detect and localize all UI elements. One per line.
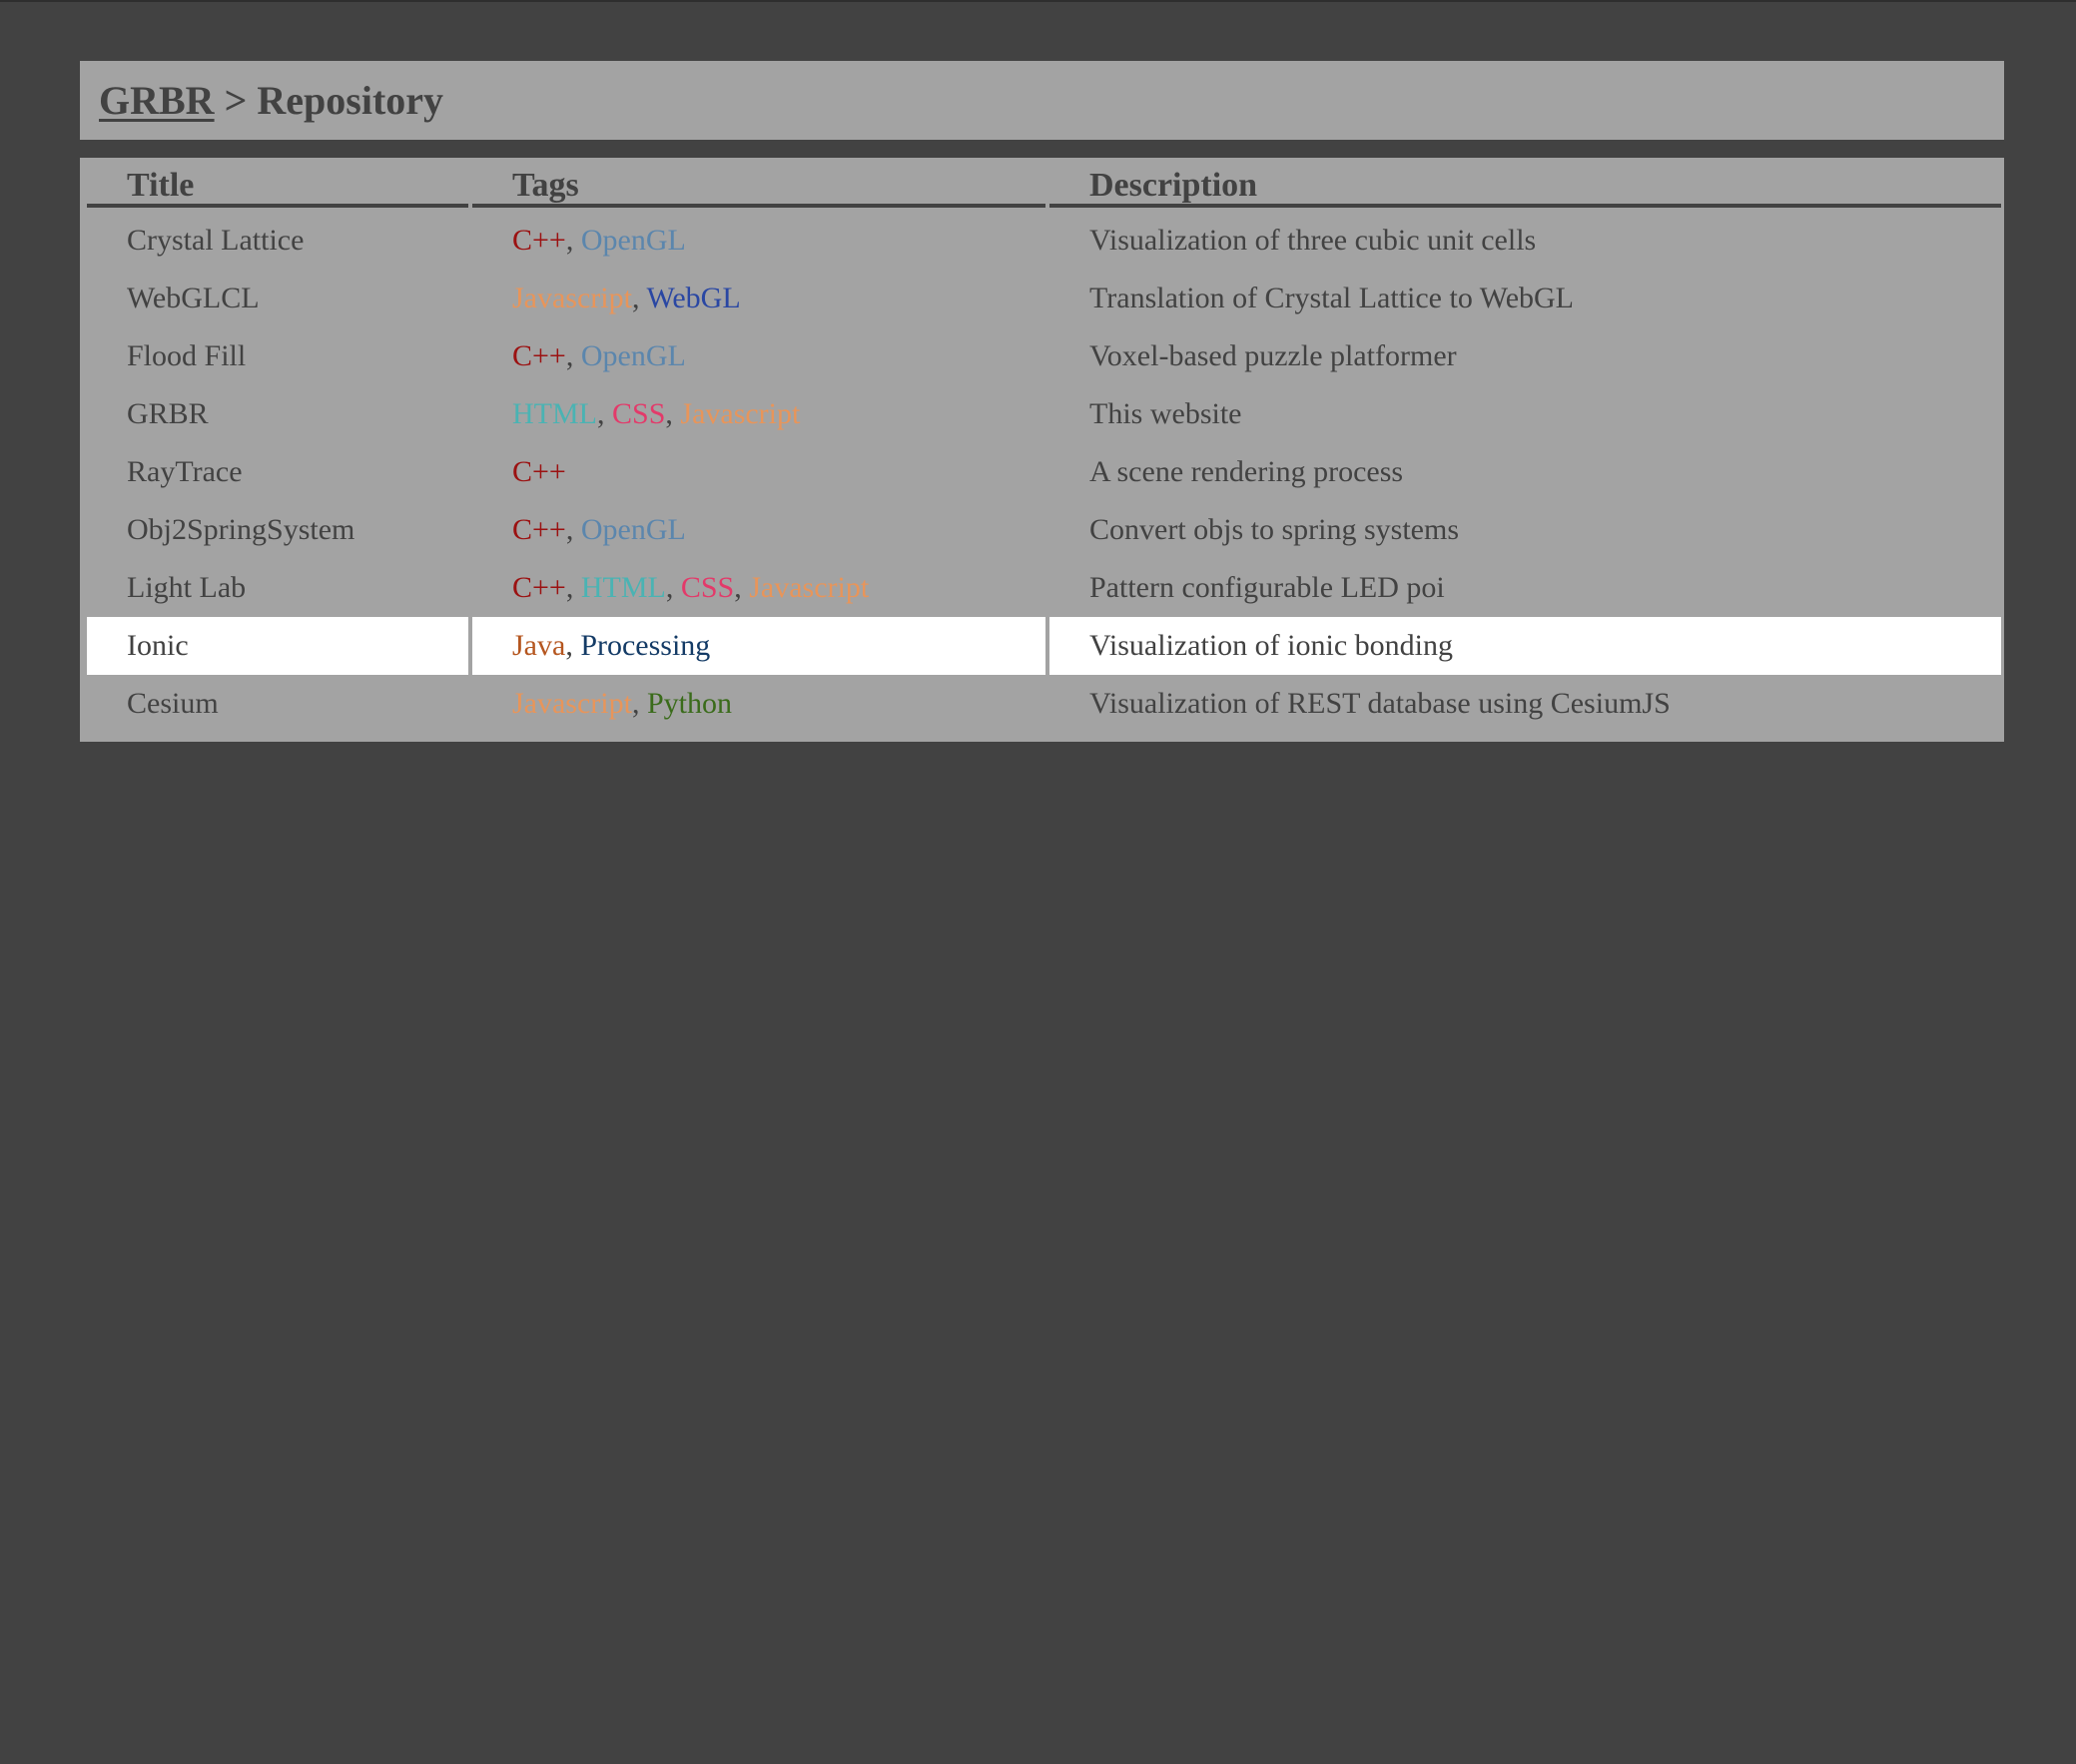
- project-title[interactable]: WebGLCL: [87, 270, 468, 327]
- tag-separator: ,: [734, 571, 750, 604]
- project-tags: Javascript, WebGL: [472, 270, 1045, 327]
- table-body: Crystal Lattice C++, OpenGL Visualization …: [87, 208, 2001, 733]
- project-description: Convert objs to spring systems: [1089, 513, 1460, 546]
- tag-separator: ,: [565, 339, 581, 372]
- project-title[interactable]: Crystal Lattice: [87, 208, 468, 270]
- column-header-tags: Tags: [472, 158, 1045, 208]
- page-title: Repository: [257, 77, 444, 123]
- table-row[interactable]: RayTrace C++ A scene rendering process: [87, 443, 2001, 501]
- project-description: Visualization of REST database using Ces…: [1089, 687, 1671, 720]
- project-title[interactable]: GRBR: [87, 385, 468, 443]
- tag-label: Javascript: [512, 687, 632, 720]
- tag-label: WebGL: [646, 282, 741, 314]
- tag-label: Javascript: [680, 397, 801, 430]
- project-tags: HTML, CSS, Javascript: [472, 385, 1045, 443]
- tag-label: Javascript: [749, 571, 870, 604]
- table-row[interactable]: Obj2SpringSystem C++, OpenGL Convert objs …: [87, 501, 2001, 559]
- project-description: Pattern configurable LED poi: [1089, 571, 1445, 604]
- table-row[interactable]: Ionic Java, Processing Visualization of io…: [87, 617, 2001, 675]
- tag-separator: ,: [631, 282, 647, 314]
- repository-table-panel: Title Tags Description Crystal Lattice C+…: [80, 158, 2004, 742]
- table-row[interactable]: Light Lab C++, HTML, CSS, Javascript Patte…: [87, 559, 2001, 617]
- table-row[interactable]: Cesium Javascript, Python Visualization of…: [87, 675, 2001, 733]
- tag-label: Javascript: [512, 282, 632, 314]
- tag-label: C++: [512, 455, 566, 488]
- project-title[interactable]: Obj2SpringSystem: [87, 501, 468, 559]
- project-tags: Java, Processing: [472, 617, 1045, 675]
- tag-label: Python: [646, 687, 732, 720]
- home-link[interactable]: GRBR: [99, 78, 215, 123]
- project-description: Visualization of three cubic unit cells: [1089, 224, 1537, 257]
- tag-label: OpenGL: [580, 224, 686, 257]
- project-tags: C++, HTML, CSS, Javascript: [472, 559, 1045, 617]
- project-title[interactable]: Flood Fill: [87, 327, 468, 385]
- project-title[interactable]: Ionic: [87, 617, 468, 675]
- project-title[interactable]: Light Lab: [87, 559, 468, 617]
- project-tags: C++: [472, 443, 1045, 501]
- project-description: This website: [1089, 397, 1242, 430]
- tag-label: C++: [512, 571, 566, 604]
- table-row[interactable]: Crystal Lattice C++, OpenGL Visualization …: [87, 208, 2001, 270]
- table-row[interactable]: WebGLCL Javascript, WebGL Translation of C…: [87, 270, 2001, 327]
- tag-separator: ,: [565, 629, 581, 662]
- table-row[interactable]: Flood Fill C++, OpenGL Voxel-based puzzle …: [87, 327, 2001, 385]
- tag-label: CSS: [680, 571, 735, 604]
- breadcrumb: GRBR > Repository: [99, 77, 444, 123]
- header-bar: GRBR > Repository: [80, 61, 2004, 140]
- tag-separator: ,: [597, 397, 612, 430]
- project-description: A scene rendering process: [1089, 455, 1404, 488]
- tag-label: C++: [512, 224, 566, 257]
- project-tags: C++, OpenGL: [472, 327, 1045, 385]
- tag-separator: ,: [565, 224, 581, 257]
- table-header-row: Title Tags Description: [87, 158, 2001, 208]
- project-description: Translation of Crystal Lattice to WebGL: [1089, 282, 1575, 314]
- tag-label: HTML: [580, 571, 666, 604]
- breadcrumb-separator: >: [214, 77, 258, 123]
- tag-separator: ,: [665, 397, 681, 430]
- tag-label: OpenGL: [580, 513, 686, 546]
- project-tags: C++, OpenGL: [472, 208, 1045, 270]
- tag-separator: ,: [665, 571, 681, 604]
- tag-label: Java: [512, 629, 566, 662]
- tag-label: CSS: [612, 397, 666, 430]
- project-title[interactable]: RayTrace: [87, 443, 468, 501]
- tag-label: OpenGL: [580, 339, 686, 372]
- tag-label: HTML: [512, 397, 597, 430]
- project-title[interactable]: Cesium: [87, 675, 468, 733]
- column-header-description: Description: [1049, 158, 2001, 208]
- project-description: Visualization of ionic bonding: [1049, 617, 2001, 675]
- repository-table: Title Tags Description Crystal Lattice C+…: [83, 158, 2005, 733]
- project-tags: Javascript, Python: [472, 675, 1045, 733]
- table-row[interactable]: GRBR HTML, CSS, Javascript This website: [87, 385, 2001, 443]
- tag-separator: ,: [631, 687, 647, 720]
- tag-label: C++: [512, 513, 566, 546]
- project-tags: C++, OpenGL: [472, 501, 1045, 559]
- project-description: Voxel-based puzzle platformer: [1089, 339, 1457, 372]
- column-header-title: Title: [87, 158, 468, 208]
- tag-separator: ,: [565, 513, 581, 546]
- top-border: [0, 0, 2076, 2]
- tag-separator: ,: [565, 571, 581, 604]
- tag-label: Processing: [580, 629, 711, 662]
- tag-label: C++: [512, 339, 566, 372]
